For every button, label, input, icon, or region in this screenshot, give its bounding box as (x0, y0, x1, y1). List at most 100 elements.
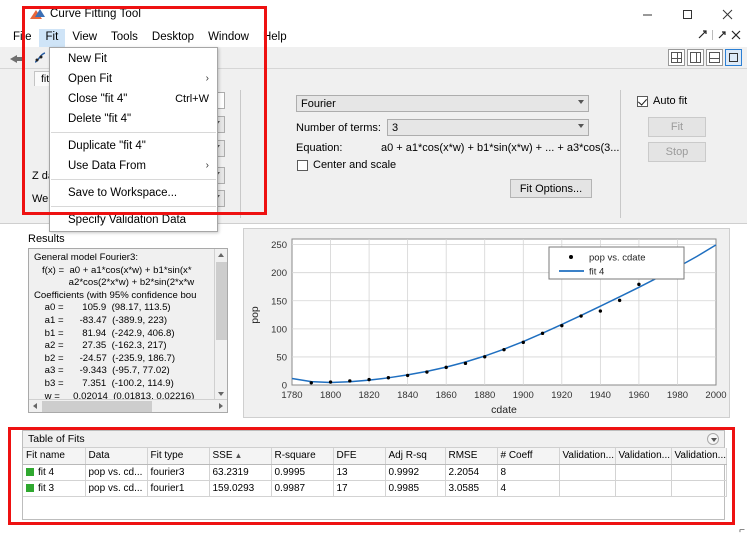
col-fit-name[interactable]: Fit name (23, 448, 86, 465)
cell-validation-3 (671, 480, 727, 497)
col-num-coeff[interactable]: # Coeff (497, 448, 560, 465)
menu-option-specify-validation-data[interactable]: Specify Validation Data (50, 210, 217, 230)
toolbar-icon-group (8, 50, 48, 66)
model-type-dropdown[interactable]: Fourier (296, 95, 589, 112)
col-adj-r-sq[interactable]: Adj R-sq (385, 448, 446, 465)
scroll-left-arrow-icon[interactable] (33, 403, 37, 409)
col-fit-type[interactable]: Fit type (147, 448, 210, 465)
new-fit-icon[interactable] (32, 50, 48, 66)
menu-window[interactable]: Window (201, 29, 256, 47)
number-of-terms-dropdown[interactable]: 3 (387, 119, 589, 136)
col-validation-3[interactable]: Validation... (671, 448, 727, 465)
table-row[interactable]: fit 4 pop vs. cd... fourier3 63.2319 0.9… (23, 464, 727, 481)
cell-data: pop vs. cd... (85, 480, 148, 497)
cell-validation-2 (615, 464, 672, 481)
menu-option-label: Use Data From (68, 160, 146, 172)
panel-minimize-icon[interactable] (717, 30, 727, 40)
auto-fit-checkbox[interactable] (637, 96, 648, 107)
cell-rmse: 3.0585 (445, 480, 498, 497)
layout-rows-2-button[interactable] (706, 49, 723, 66)
scroll-down-arrow-icon[interactable] (218, 392, 224, 396)
resize-grip-icon[interactable]: ⌐ (739, 525, 745, 536)
menu-desktop[interactable]: Desktop (145, 29, 201, 47)
menu-help[interactable]: Help (256, 29, 294, 47)
fit-button[interactable]: Fit (648, 117, 706, 137)
title-bar: Curve Fitting Tool (0, 0, 747, 28)
results-vertical-scrollbar[interactable] (214, 249, 227, 400)
col-rmse[interactable]: RMSE (445, 448, 498, 465)
menu-option-close-fit-4[interactable]: Close "fit 4" Ctrl+W (50, 89, 217, 109)
fit-color-swatch (26, 483, 34, 492)
maximize-button[interactable] (667, 0, 707, 28)
undock-icon[interactable] (698, 30, 708, 40)
menu-option-delete-fit-4[interactable]: Delete "fit 4" (50, 109, 217, 129)
menu-bar: File Fit View Tools Desktop Window Help (0, 28, 747, 47)
panel-close-icon[interactable] (731, 30, 741, 40)
submenu-arrow-icon: › (205, 73, 209, 84)
cell-num-coeff: 4 (497, 480, 560, 497)
col-sse[interactable]: SSE ▲ (209, 448, 272, 465)
menu-option-label: Delete "fit 4" (68, 113, 132, 125)
menu-option-new-fit[interactable]: New Fit (50, 49, 217, 69)
curve-fitting-logo-icon (30, 7, 45, 21)
fits-table: Fit name Data Fit type SSE ▲ R-square DFE… (23, 448, 727, 497)
col-r-square[interactable]: R-square (271, 448, 334, 465)
layout-single-button[interactable] (725, 49, 742, 66)
cell-r-square: 0.9987 (271, 480, 334, 497)
number-of-terms-label: Number of terms: (296, 122, 381, 134)
svg-text:1940: 1940 (590, 390, 611, 401)
menu-file[interactable]: File (6, 29, 39, 47)
scroll-up-arrow-icon[interactable] (218, 253, 224, 257)
minimize-button[interactable] (627, 0, 667, 28)
fit-options-button[interactable]: Fit Options... (510, 179, 592, 198)
fit-plot-panel[interactable]: 1780 1800 1820 1840 1860 1880 1900 1920 1940 1960… (243, 228, 730, 418)
data-point (425, 370, 429, 374)
menu-option-use-data-from[interactable]: Use Data From › (50, 156, 217, 176)
scroll-right-arrow-icon[interactable] (219, 403, 223, 409)
svg-text:0: 0 (282, 381, 287, 392)
menu-tools[interactable]: Tools (104, 29, 145, 47)
panel-dock-controls (698, 30, 741, 40)
fit-color-swatch (26, 467, 34, 476)
table-of-fits-header: Table of Fits (23, 431, 724, 448)
status-bar: ⌐ (0, 525, 747, 537)
menu-option-shortcut: Ctrl+W (175, 93, 209, 105)
data-point (483, 355, 487, 359)
data-point (348, 379, 352, 383)
horizontal-scroll-thumb[interactable] (42, 401, 152, 412)
vertical-scroll-thumb[interactable] (216, 262, 227, 340)
table-of-fits-collapse-button[interactable] (707, 433, 719, 445)
center-and-scale-checkbox[interactable] (297, 160, 308, 171)
col-validation-2[interactable]: Validation... (615, 448, 672, 465)
results-horizontal-scrollbar[interactable] (29, 399, 227, 412)
data-point (560, 323, 564, 328)
cell-sse: 63.2319 (209, 464, 272, 481)
open-fit-icon[interactable] (8, 50, 24, 66)
menu-option-duplicate-fit-4[interactable]: Duplicate "fit 4" (50, 136, 217, 156)
equation-value: a0 + a1*cos(x*w) + b1*sin(x*w) + ... + a… (381, 142, 620, 154)
cell-fit-type: fourier1 (147, 480, 210, 497)
number-of-terms-value: 3 (392, 121, 399, 134)
col-validation-1[interactable]: Validation... (559, 448, 616, 465)
svg-text:1880: 1880 (474, 390, 495, 401)
menu-option-open-fit[interactable]: Open Fit › (50, 69, 217, 89)
stop-button[interactable]: Stop (648, 142, 706, 162)
svg-text:cdate: cdate (491, 404, 517, 416)
layout-grid-4-button[interactable] (668, 49, 685, 66)
results-box[interactable]: General model Fourier3: f(x) = a0 + a1*c… (28, 248, 228, 413)
results-text: General model Fourier3: f(x) = a0 + a1*c… (34, 252, 197, 402)
col-data[interactable]: Data (85, 448, 148, 465)
menu-fit[interactable]: Fit (38, 28, 66, 47)
data-point (637, 282, 641, 287)
menu-option-save-to-workspace[interactable]: Save to Workspace... (50, 183, 217, 203)
close-button[interactable] (707, 0, 747, 28)
layout-button-group (668, 49, 742, 66)
table-header-row: Fit name Data Fit type SSE ▲ R-square DFE… (23, 448, 727, 465)
table-row[interactable]: fit 3 pop vs. cd... fourier1 159.0293 0.… (23, 480, 727, 497)
window-title: Curve Fitting Tool (50, 7, 142, 20)
menu-view[interactable]: View (65, 29, 104, 47)
col-dfe[interactable]: DFE (333, 448, 386, 465)
menu-option-label: Duplicate "fit 4" (68, 140, 146, 152)
layout-columns-2-button[interactable] (687, 49, 704, 66)
data-point (309, 381, 313, 385)
